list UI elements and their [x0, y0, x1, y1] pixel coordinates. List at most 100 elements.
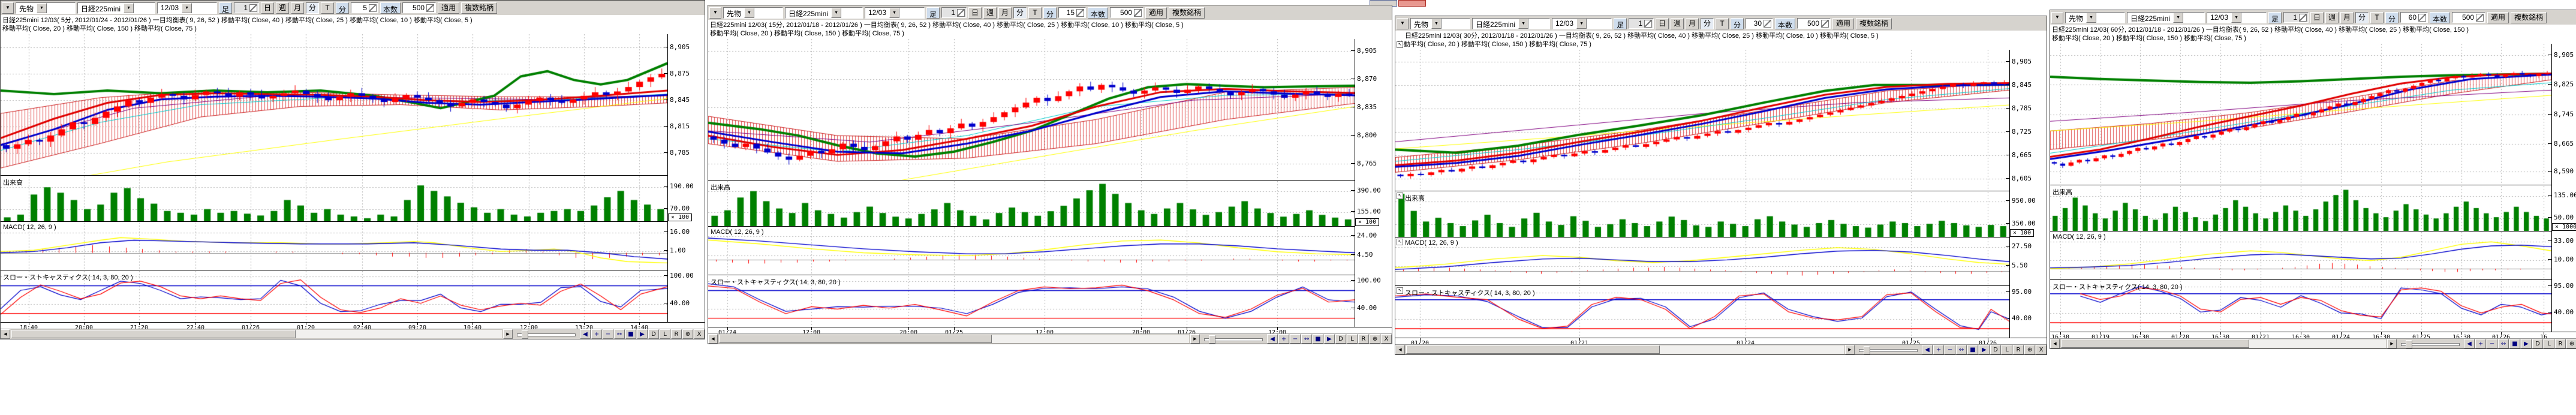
macd-pane-canvas[interactable] [708, 227, 1355, 275]
scroll-left-button[interactable]: ◀ [708, 334, 718, 344]
period-button-week[interactable]: 週 [2325, 12, 2339, 23]
slider-handle[interactable] [2406, 340, 2412, 348]
period-button-tick[interactable]: T [2370, 12, 2384, 23]
bar-count-input[interactable]: 500 [1110, 7, 1143, 18]
scrollbar-track[interactable] [718, 334, 1190, 344]
scroll-left-button[interactable]: ◀ [2050, 339, 2060, 348]
zoom-in-button[interactable]: + [1933, 345, 1944, 354]
bar-size-input[interactable]: 1 [234, 2, 259, 13]
bar-count-input[interactable]: 500 [402, 2, 436, 13]
spin-grip-icon[interactable] [957, 9, 965, 17]
chevron-down-icon[interactable]: ▼ [889, 8, 899, 18]
period-button-month[interactable]: 月 [1686, 18, 1699, 29]
scroll-right-button[interactable]: ▶ [503, 329, 513, 339]
spin-grip-icon[interactable] [1764, 20, 1771, 28]
refresh-button[interactable]: R [671, 329, 682, 339]
magnifier-button[interactable]: ⊕ [1370, 334, 1380, 344]
pane-restore-arrow-icon[interactable]: ↖ [1397, 287, 1403, 294]
spin-grip-icon[interactable] [249, 4, 257, 12]
period-button-tick[interactable]: T [1716, 18, 1729, 29]
bar-size-input[interactable]: 1 [941, 7, 967, 18]
scroll-left-button[interactable]: ◀ [1, 329, 10, 339]
go-start-button[interactable]: ◀ [580, 329, 591, 339]
period-button-minute[interactable]: 分 [1701, 18, 1714, 29]
bar-count-input[interactable]: 500 [2452, 12, 2485, 23]
play-button[interactable]: ▶ [1324, 334, 1335, 344]
chevron-down-icon[interactable]: ▼ [182, 3, 192, 13]
apply-button[interactable]: 適用 [2487, 12, 2509, 23]
stop-button[interactable]: ■ [2509, 339, 2520, 348]
window-menu-button[interactable]: ▼ [1397, 18, 1409, 29]
spin-grip-icon[interactable] [1644, 20, 1652, 28]
slider-handle[interactable] [522, 330, 528, 339]
scrollbar-track[interactable] [1406, 345, 1844, 354]
fit-width-button[interactable]: ↔ [2498, 339, 2509, 348]
pane-restore-arrow-icon[interactable]: ↖ [1397, 239, 1403, 245]
period-button-minute[interactable]: 分 [2355, 12, 2369, 23]
zoom-in-button[interactable]: + [2475, 339, 2486, 348]
window-menu-button[interactable]: ▼ [2, 2, 14, 14]
period-button-minute[interactable]: 分 [306, 2, 319, 14]
magnifier-button[interactable]: ⊕ [2566, 339, 2576, 348]
scroll-right-button[interactable]: ▶ [2387, 339, 2397, 348]
magnifier-button[interactable]: ⊕ [2024, 345, 2035, 354]
background-window-close-button[interactable] [1398, 0, 1426, 7]
interval-input[interactable]: 15 [1058, 7, 1086, 18]
window-menu-button[interactable]: ▼ [2051, 12, 2063, 23]
scrollbar-track[interactable] [11, 329, 502, 339]
volume-pane-canvas[interactable] [1395, 192, 2009, 237]
refresh-button[interactable]: R [2555, 339, 2566, 348]
zoom-out-button[interactable]: − [1290, 334, 1301, 344]
scrollbar-thumb[interactable] [11, 330, 296, 338]
chevron-down-icon[interactable]: ▼ [1431, 19, 1442, 29]
zoom-slider[interactable] [513, 329, 579, 339]
line-mode-button[interactable]: L [2002, 345, 2012, 354]
go-start-button[interactable]: ◀ [1267, 334, 1278, 344]
magnifier-button[interactable]: ⊕ [682, 329, 693, 339]
symbol-select[interactable]: 日経225mini▼ [1472, 18, 1550, 29]
close-chart-button[interactable]: X [1381, 334, 1392, 344]
data-window-button[interactable]: D [1990, 345, 2001, 354]
chevron-down-icon[interactable]: ▼ [744, 8, 754, 18]
period-button-month[interactable]: 月 [2340, 12, 2354, 23]
macd-pane-canvas[interactable] [1, 222, 667, 270]
chevron-down-icon[interactable]: ▼ [2173, 13, 2183, 23]
stop-button[interactable]: ■ [625, 329, 636, 339]
spin-grip-icon[interactable] [426, 4, 434, 12]
price-pane-canvas[interactable] [1, 34, 667, 175]
period-button-day[interactable]: 日 [1656, 18, 1669, 29]
scroll-right-button[interactable]: ▶ [1190, 334, 1200, 344]
pane-restore-arrow-icon[interactable]: ↖ [1397, 193, 1403, 199]
play-button[interactable]: ▶ [2521, 339, 2532, 348]
stop-button[interactable]: ■ [1967, 345, 1978, 354]
close-chart-button[interactable]: X [694, 329, 705, 339]
price-pane-canvas[interactable] [708, 39, 1355, 180]
contract-month-select[interactable]: 12/03▼ [2207, 12, 2267, 23]
volume-pane-canvas[interactable] [1, 176, 667, 222]
spin-grip-icon[interactable] [1821, 20, 1829, 28]
zoom-in-button[interactable]: + [1278, 334, 1289, 344]
scrollbar-thumb[interactable] [1406, 345, 1660, 354]
interval-input[interactable]: 5 [351, 2, 378, 13]
fit-width-button[interactable]: ↔ [1956, 345, 1967, 354]
interval-input[interactable]: 60 [2400, 12, 2428, 23]
data-window-button[interactable]: D [2532, 339, 2543, 348]
period-button-week[interactable]: 週 [983, 7, 997, 19]
slider-handle[interactable] [1209, 335, 1215, 344]
interval-input[interactable]: 30 [1746, 18, 1773, 29]
chevron-down-icon[interactable]: ▼ [2086, 13, 2096, 23]
period-button-month[interactable]: 月 [291, 2, 304, 14]
scrollbar-track[interactable] [2060, 339, 2387, 348]
stop-button[interactable]: ■ [1313, 334, 1323, 344]
close-chart-button[interactable]: X [2036, 345, 2047, 354]
zoom-out-button[interactable]: − [603, 329, 613, 339]
price-pane-canvas[interactable] [2050, 44, 2551, 185]
refresh-button[interactable]: R [2013, 345, 2024, 354]
fit-width-button[interactable]: ↔ [614, 329, 625, 339]
scroll-right-button[interactable]: ▶ [1845, 345, 1855, 354]
spin-grip-icon[interactable] [369, 4, 377, 12]
go-start-button[interactable]: ◀ [1922, 345, 1933, 354]
chevron-down-icon[interactable]: ▼ [124, 3, 134, 13]
chevron-down-icon[interactable]: ▼ [2231, 13, 2241, 23]
instrument-category-select[interactable]: 先物▼ [16, 2, 76, 14]
